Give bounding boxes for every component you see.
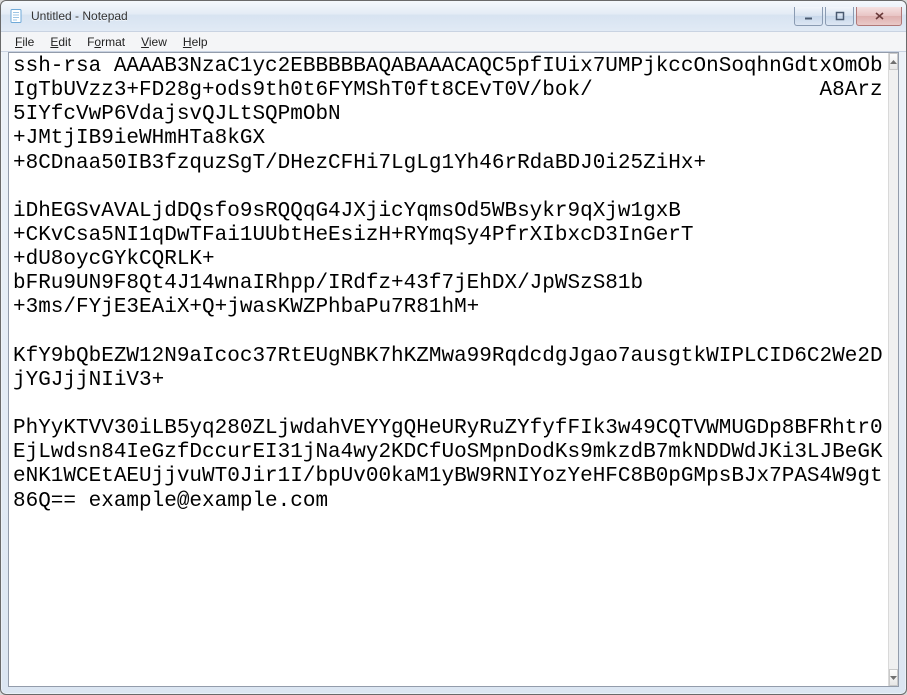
notepad-window: Untitled - Notepad File Edit Format View… — [0, 0, 907, 695]
window-title: Untitled - Notepad — [31, 9, 794, 23]
minimize-button[interactable] — [794, 7, 823, 26]
menubar: File Edit Format View Help — [1, 31, 906, 52]
menu-format[interactable]: Format — [79, 33, 133, 51]
titlebar[interactable]: Untitled - Notepad — [1, 1, 906, 31]
vertical-scrollbar[interactable] — [888, 53, 898, 686]
scroll-up-button[interactable] — [889, 53, 898, 70]
scroll-track[interactable] — [889, 70, 898, 669]
menu-file[interactable]: File — [7, 33, 42, 51]
maximize-button[interactable] — [825, 7, 854, 26]
editor-client-area: ssh-rsa AAAAB3NzaC1yc2EBBBBBAQABAAACAQC5… — [8, 52, 899, 687]
scroll-down-button[interactable] — [889, 669, 898, 686]
menu-help[interactable]: Help — [175, 33, 216, 51]
menu-view[interactable]: View — [133, 33, 175, 51]
notepad-icon — [9, 8, 25, 24]
editor-textarea[interactable]: ssh-rsa AAAAB3NzaC1yc2EBBBBBAQABAAACAQC5… — [9, 53, 888, 686]
window-control-buttons — [794, 7, 902, 26]
close-button[interactable] — [856, 7, 902, 26]
menu-edit[interactable]: Edit — [42, 33, 79, 51]
